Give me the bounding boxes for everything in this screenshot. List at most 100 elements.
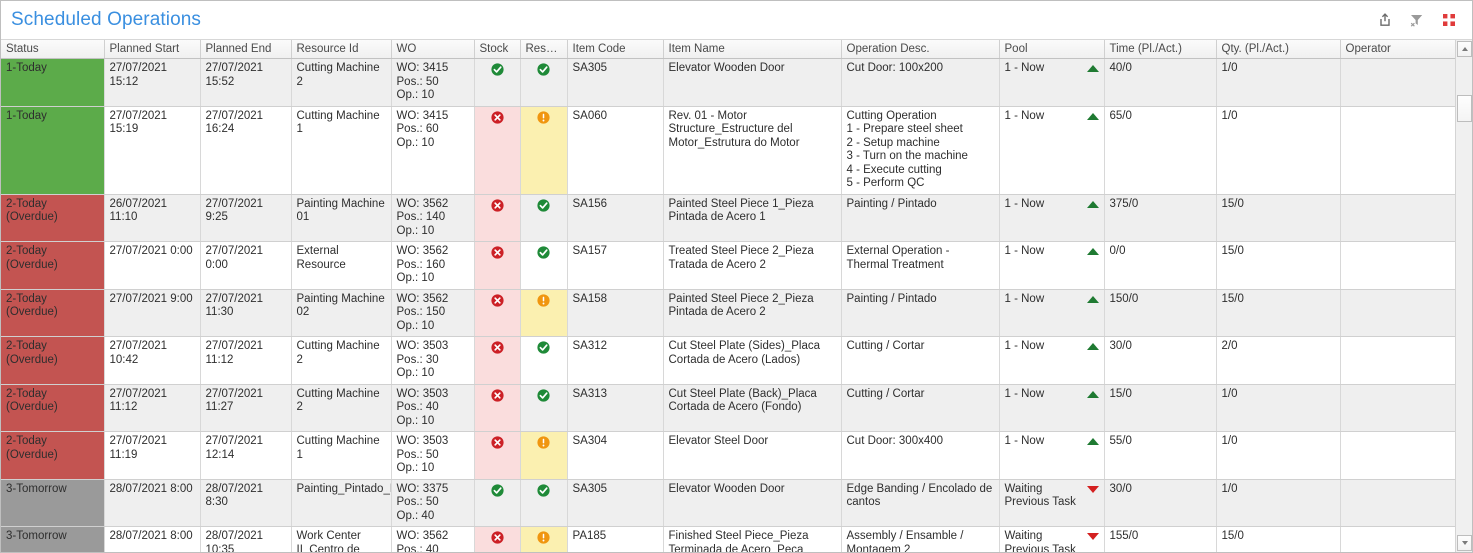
cell-resource [520, 479, 567, 527]
cell-itemCode: SA156 [567, 194, 663, 242]
wo-line: WO: 3415 [397, 62, 469, 76]
clear-filter-icon[interactable] [1408, 11, 1426, 29]
wo-line: Pos.: 160 [397, 259, 469, 273]
cell-qty: 1/0 [1216, 432, 1340, 480]
column-header-planEnd[interactable]: Planned End [200, 40, 291, 59]
cell-status: 2-Today (Overdue) [1, 242, 104, 290]
cell-stock [474, 106, 520, 194]
pool-label: 1 - Now [1005, 62, 1083, 76]
cell-operator [1340, 337, 1457, 385]
wo-line: Op.: 10 [397, 272, 469, 286]
cell-planEnd: 27/07/2021 0:00 [200, 242, 291, 290]
column-header-itemName[interactable]: Item Name [663, 40, 841, 59]
cell-resource [520, 106, 567, 194]
check-circle-icon [537, 199, 550, 212]
cell-qty: 15/0 [1216, 242, 1340, 290]
cell-operator [1340, 106, 1457, 194]
cell-itemCode: PA185 [567, 527, 663, 553]
cell-planStart: 26/07/2021 11:10 [104, 194, 200, 242]
grid-body-area: StatusPlanned StartPlanned EndResource I… [1, 40, 1472, 552]
priority-up-arrow-icon [1087, 438, 1099, 445]
cell-planEnd: 27/07/2021 16:24 [200, 106, 291, 194]
pool-label: 1 - Now [1005, 245, 1083, 259]
cell-itemName: Cut Steel Plate (Back)_Placa Cortada de … [663, 384, 841, 432]
wo-line: Pos.: 140 [397, 211, 469, 225]
wo-line: Op.: 10 [397, 225, 469, 239]
error-circle-icon [491, 341, 504, 354]
cell-stock [474, 337, 520, 385]
error-circle-icon [491, 246, 504, 259]
column-header-status[interactable]: Status [1, 40, 104, 59]
cell-resource [520, 242, 567, 290]
cell-opDesc: Cutting Operation 1 - Prepare steel shee… [841, 106, 999, 194]
cell-planEnd: 28/07/2021 10:35 [200, 527, 291, 553]
window-titlebar: Scheduled Operations [1, 1, 1472, 40]
cell-wo: WO: 3375Pos.: 50Op.: 40 [391, 479, 474, 527]
cell-resource [520, 432, 567, 480]
wo-line: Op.: 10 [397, 415, 469, 429]
table-row[interactable]: 1-Today27/07/2021 15:1227/07/2021 15:52C… [1, 59, 1457, 107]
cell-stock [474, 527, 520, 553]
wo-line: Pos.: 150 [397, 306, 469, 320]
table-row[interactable]: 2-Today (Overdue)27/07/2021 10:4227/07/2… [1, 337, 1457, 385]
wo-line: Pos.: 60 [397, 123, 469, 137]
cell-resourceId: Painting Machine 01 [291, 194, 391, 242]
vertical-scrollbar[interactable] [1455, 40, 1472, 552]
cell-itemCode: SA157 [567, 242, 663, 290]
cell-stock [474, 479, 520, 527]
cell-itemCode: SA158 [567, 289, 663, 337]
collapse-icon[interactable] [1440, 11, 1458, 29]
column-header-resource[interactable]: Resou... [520, 40, 567, 59]
column-header-stock[interactable]: Stock [474, 40, 520, 59]
table-row[interactable]: 3-Tomorrow28/07/2021 8:0028/07/2021 8:30… [1, 479, 1457, 527]
export-icon[interactable] [1376, 11, 1394, 29]
table-row[interactable]: 2-Today (Overdue)27/07/2021 11:1227/07/2… [1, 384, 1457, 432]
cell-itemName: Finished Steel Piece_Pieza Terminada de … [663, 527, 841, 553]
table-row[interactable]: 2-Today (Overdue)27/07/2021 9:0027/07/20… [1, 289, 1457, 337]
column-header-resourceId[interactable]: Resource Id [291, 40, 391, 59]
cell-opDesc: Cut Door: 300x400 [841, 432, 999, 480]
column-header-pool[interactable]: Pool [999, 40, 1104, 59]
scroll-down-arrow-icon[interactable] [1457, 535, 1472, 551]
cell-pool: 1 - Now [999, 384, 1104, 432]
cell-qty: 1/0 [1216, 59, 1340, 107]
column-header-itemCode[interactable]: Item Code [567, 40, 663, 59]
scroll-thumb[interactable] [1457, 95, 1472, 122]
wo-line: Pos.: 40 [397, 544, 469, 553]
table-row[interactable]: 2-Today (Overdue)26/07/2021 11:1027/07/2… [1, 194, 1457, 242]
table-row[interactable]: 1-Today27/07/2021 15:1927/07/2021 16:24C… [1, 106, 1457, 194]
cell-planEnd: 27/07/2021 12:14 [200, 432, 291, 480]
cell-status: 3-Tomorrow [1, 527, 104, 553]
cell-wo: WO: 3415Pos.: 60Op.: 10 [391, 106, 474, 194]
wo-line: WO: 3503 [397, 435, 469, 449]
column-header-time[interactable]: Time (Pl./Act.) [1104, 40, 1216, 59]
cell-opDesc: External Operation - Thermal Treatment [841, 242, 999, 290]
cell-time: 15/0 [1104, 384, 1216, 432]
wo-line: Pos.: 50 [397, 449, 469, 463]
check-circle-icon [491, 484, 504, 497]
table-row[interactable]: 2-Today (Overdue)27/07/2021 11:1927/07/2… [1, 432, 1457, 480]
cell-time: 150/0 [1104, 289, 1216, 337]
cell-planEnd: 27/07/2021 11:30 [200, 289, 291, 337]
cell-opDesc: Painting / Pintado [841, 289, 999, 337]
table-row[interactable]: 2-Today (Overdue)27/07/2021 0:0027/07/20… [1, 242, 1457, 290]
cell-opDesc: Cut Door: 100x200 [841, 59, 999, 107]
cell-itemName: Rev. 01 - Motor Structure_Estructure del… [663, 106, 841, 194]
warning-circle-icon [537, 111, 550, 124]
cell-operator [1340, 432, 1457, 480]
cell-time: 0/0 [1104, 242, 1216, 290]
wo-line: Pos.: 50 [397, 76, 469, 90]
column-header-qty[interactable]: Qty. (Pl./Act.) [1216, 40, 1340, 59]
column-header-planStart[interactable]: Planned Start [104, 40, 200, 59]
cell-qty: 1/0 [1216, 106, 1340, 194]
check-circle-icon [537, 246, 550, 259]
scroll-up-arrow-icon[interactable] [1457, 41, 1472, 57]
cell-status: 2-Today (Overdue) [1, 432, 104, 480]
cell-resource [520, 59, 567, 107]
column-header-opDesc[interactable]: Operation Desc. [841, 40, 999, 59]
cell-status: 3-Tomorrow [1, 479, 104, 527]
cell-time: 155/0 [1104, 527, 1216, 553]
column-header-operator[interactable]: Operator [1340, 40, 1457, 59]
column-header-wo[interactable]: WO [391, 40, 474, 59]
table-row[interactable]: 3-Tomorrow28/07/2021 8:0028/07/2021 10:3… [1, 527, 1457, 553]
